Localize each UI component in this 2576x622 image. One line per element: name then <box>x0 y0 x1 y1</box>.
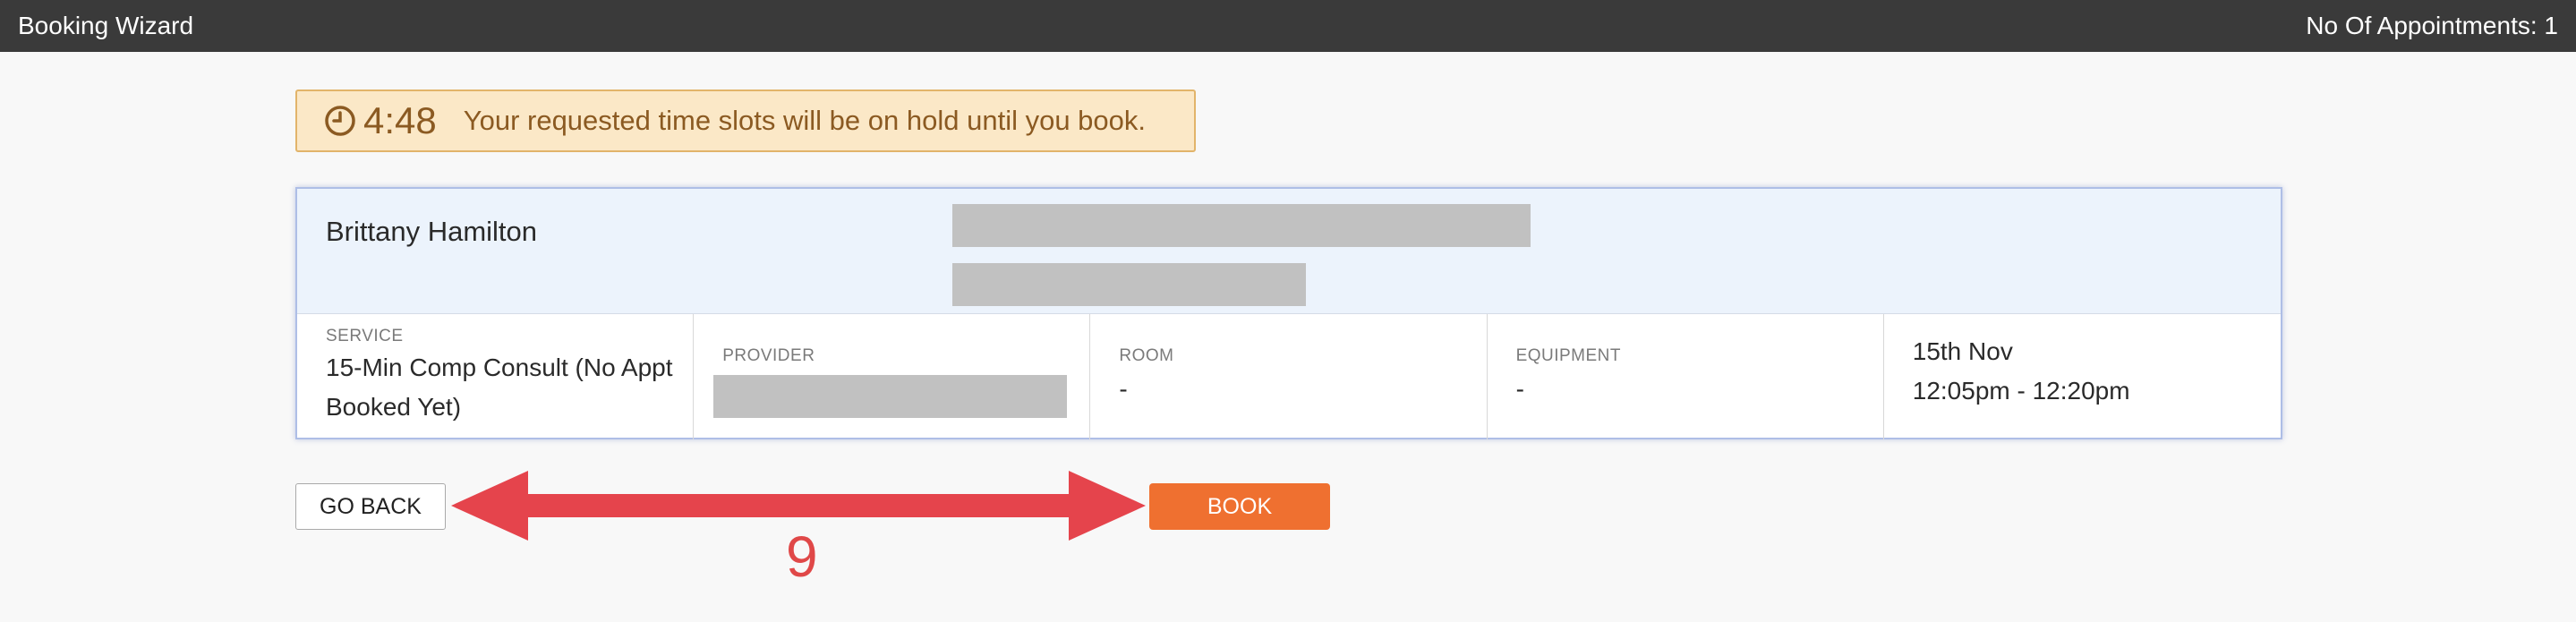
service-name-line1: 15-Min Comp Consult (No Appt <box>326 354 673 381</box>
go-back-button[interactable]: GO BACK <box>295 483 446 530</box>
client-name: Brittany Hamilton <box>326 216 538 247</box>
appointments-count: No Of Appointments: 1 <box>2306 12 2558 39</box>
appointment-time: 12:05pm - 12:20pm <box>1912 377 2130 405</box>
provider-label: PROVIDER <box>722 346 815 365</box>
top-bar: Booking Wizard No Of Appointments: 1 <box>0 0 2576 52</box>
booking-details-row: SERVICE 15-Min Comp Consult (No Appt Boo… <box>297 314 2281 439</box>
equipment-label: EQUIPMENT <box>1515 346 1622 365</box>
clock-icon <box>325 106 355 136</box>
equipment-value: - <box>1515 375 1524 403</box>
room-value: - <box>1119 375 1128 403</box>
hold-timer-banner: 4:48 Your requested time slots will be o… <box>295 89 1196 152</box>
card-header: Brittany Hamilton <box>297 189 2281 314</box>
timer-countdown: 4:48 <box>363 99 437 141</box>
provider-cell: PROVIDER <box>694 314 1091 439</box>
room-cell: ROOM - <box>1090 314 1488 439</box>
app-title: Booking Wizard <box>18 12 194 39</box>
service-name-line2: Booked Yet) <box>326 393 462 421</box>
book-button[interactable]: BOOK <box>1149 483 1330 530</box>
annotation-label: 9 <box>786 524 818 589</box>
redacted-block <box>952 263 1306 306</box>
timer-message: Your requested time slots will be on hol… <box>463 105 1147 136</box>
room-label: ROOM <box>1119 346 1174 365</box>
datetime-cell: 15th Nov 12:05pm - 12:20pm <box>1884 314 2281 439</box>
booking-summary-card: Brittany Hamilton SERVICE 15-Min Comp Co… <box>295 187 2282 439</box>
service-label: SERVICE <box>326 327 404 345</box>
redacted-block <box>952 204 1531 247</box>
redacted-block <box>713 375 1068 418</box>
service-cell: SERVICE 15-Min Comp Consult (No Appt Boo… <box>297 314 695 439</box>
appointment-date: 15th Nov <box>1912 337 2013 365</box>
equipment-cell: EQUIPMENT - <box>1488 314 1884 439</box>
